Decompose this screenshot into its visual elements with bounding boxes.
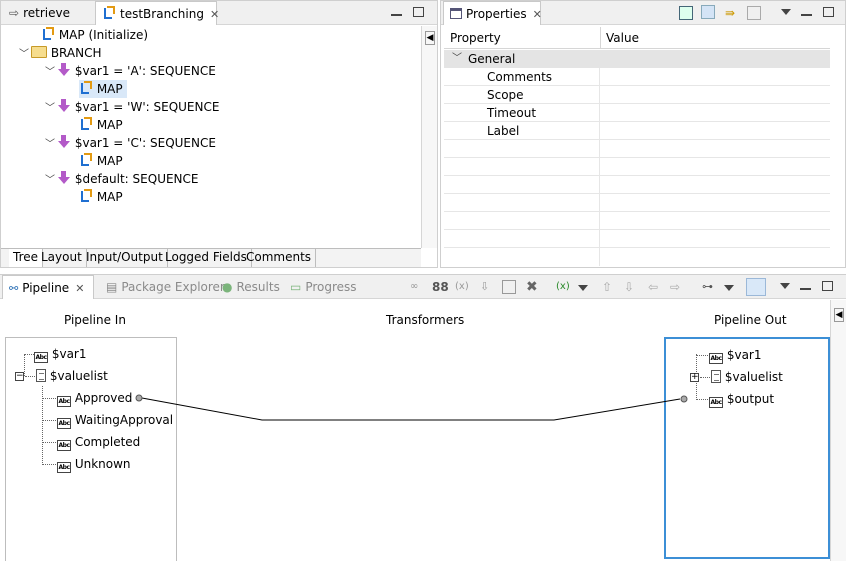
pipeline-map-link[interactable] — [0, 0, 846, 560]
map-link-end-handle — [680, 395, 688, 403]
map-link-start-handle — [135, 394, 143, 402]
map-link-line — [141, 397, 681, 421]
